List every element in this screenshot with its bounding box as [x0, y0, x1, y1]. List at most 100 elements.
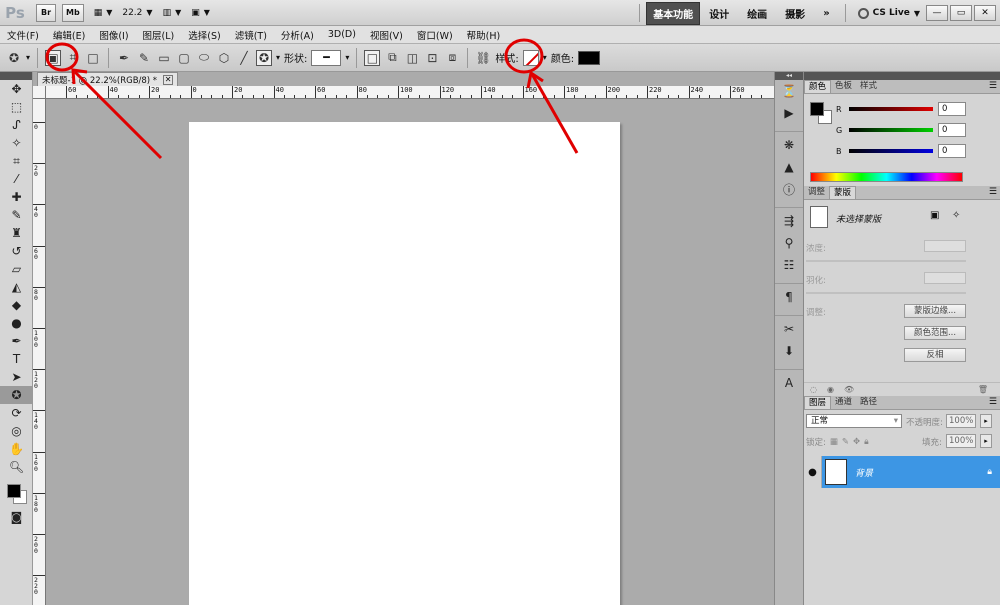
dodge-tool-icon[interactable]: ●: [0, 314, 33, 332]
brush-tool-icon[interactable]: ✎: [0, 206, 33, 224]
hand-tool-icon[interactable]: ✋: [0, 440, 33, 458]
chevron-down-icon[interactable]: ▾: [26, 53, 30, 62]
panel-menu-icon[interactable]: ☰: [989, 397, 997, 407]
tab-layers[interactable]: 图层: [804, 396, 832, 409]
tab-swatches[interactable]: 色板: [831, 80, 856, 93]
brush-presets-icon[interactable]: ⇶: [775, 210, 803, 232]
tool-preset-picker[interactable]: ✪: [6, 50, 22, 66]
menu-file[interactable]: 文件(F): [0, 28, 46, 42]
paragraph-panel-icon[interactable]: ¶: [775, 286, 803, 308]
foreground-color[interactable]: [7, 484, 21, 498]
lock-image-icon[interactable]: ✎: [842, 437, 849, 447]
info-panel-icon[interactable]: ⓘ: [775, 178, 803, 200]
panel-dock-header[interactable]: [804, 72, 1000, 80]
quick-mask-icon[interactable]: ◙: [0, 508, 33, 526]
rectangle-tool-icon[interactable]: ▭: [156, 50, 172, 66]
document-canvas[interactable]: [189, 122, 620, 605]
feather-slider[interactable]: [806, 292, 966, 294]
green-input[interactable]: 0: [938, 123, 966, 137]
panel-foreground-color[interactable]: [810, 102, 824, 116]
workspace-essentials[interactable]: 基本功能: [646, 1, 701, 25]
style-picker[interactable]: [522, 49, 539, 66]
green-slider[interactable]: [849, 128, 933, 132]
blue-input[interactable]: 0: [938, 144, 966, 158]
workspace-painting[interactable]: 绘画: [738, 3, 776, 24]
menu-layer[interactable]: 图层(L): [136, 28, 182, 42]
history-panel-icon[interactable]: ⏳: [775, 80, 803, 102]
menu-image[interactable]: 图像(I): [92, 28, 135, 42]
blue-slider[interactable]: [849, 149, 933, 153]
exclude-shape-icon[interactable]: ⧈: [444, 50, 460, 66]
zoom-tool-icon[interactable]: 🔍︎: [0, 458, 33, 476]
new-shape-layer-icon[interactable]: □: [364, 49, 381, 66]
type-tool-icon[interactable]: T: [0, 350, 33, 368]
rounded-rectangle-icon[interactable]: ▢: [176, 50, 192, 66]
link-icon[interactable]: ⛓: [475, 50, 491, 66]
healing-brush-icon[interactable]: ✚: [0, 188, 33, 206]
density-slider[interactable]: [806, 260, 966, 262]
subtract-shape-icon[interactable]: ◫: [404, 50, 420, 66]
menu-select[interactable]: 选择(S): [181, 28, 227, 42]
path-select-icon[interactable]: ➤: [0, 368, 33, 386]
opacity-slider-toggle[interactable]: ▸: [980, 414, 992, 428]
blur-tool-icon[interactable]: ◆: [0, 296, 33, 314]
tab-styles[interactable]: 样式: [856, 80, 881, 93]
ellipse-tool-icon[interactable]: ⬭: [196, 50, 212, 66]
pen-tool-icon[interactable]: ✒: [116, 50, 132, 66]
3d-panel-icon[interactable]: ✂: [775, 318, 803, 340]
quick-select-tool-icon[interactable]: ✧: [0, 134, 33, 152]
pen-tool-icon[interactable]: ✒: [0, 332, 33, 350]
load-selection-icon[interactable]: ◌: [810, 385, 817, 394]
visibility-eye-icon[interactable]: ●: [804, 456, 822, 488]
mini-bridge-button[interactable]: Mb: [62, 3, 84, 22]
cs-live-button[interactable]: CS Live ▼: [852, 7, 926, 19]
red-slider[interactable]: [849, 107, 933, 111]
shape-color-swatch[interactable]: [578, 50, 601, 65]
custom-shape-tool-icon[interactable]: ✪: [0, 386, 33, 404]
menu-filter[interactable]: 滤镜(T): [228, 28, 274, 42]
actions-panel-icon[interactable]: ▶: [775, 102, 803, 124]
tab-channels[interactable]: 通道: [831, 396, 856, 409]
add-to-shape-icon[interactable]: ⧉: [384, 50, 400, 66]
chevron-down-icon[interactable]: ▾: [276, 53, 280, 62]
move-tool-icon[interactable]: ✥: [0, 80, 33, 98]
clone-stamp-icon[interactable]: ♜: [0, 224, 33, 242]
tab-adjustments[interactable]: 调整: [804, 186, 829, 199]
bridge-button[interactable]: Br: [36, 3, 56, 22]
blend-mode-select[interactable]: 正常 ▾: [806, 414, 902, 428]
clone-source-icon[interactable]: ⚲: [775, 232, 803, 254]
line-tool-icon[interactable]: ╱: [236, 50, 252, 66]
menu-view[interactable]: 视图(V): [363, 28, 410, 42]
density-input[interactable]: [924, 240, 966, 252]
tab-paths[interactable]: 路径: [856, 396, 881, 409]
tab-masks[interactable]: 蒙版: [829, 186, 857, 199]
3d-rotate-icon[interactable]: ⟳: [0, 404, 33, 422]
toolbox-header[interactable]: [0, 72, 32, 80]
polygon-tool-icon[interactable]: ⬡: [216, 50, 232, 66]
chevron-down-icon[interactable]: ▾: [543, 53, 547, 62]
arrange-documents-menu[interactable]: ▥ ▼: [163, 8, 182, 18]
crop-tool-icon[interactable]: ⌗: [0, 152, 33, 170]
character-panel-icon[interactable]: A: [775, 372, 803, 394]
fill-pixels-mode-icon[interactable]: □: [85, 50, 101, 66]
enable-mask-icon[interactable]: 👁︎: [844, 385, 854, 394]
lock-transparent-icon[interactable]: ▦: [830, 437, 838, 447]
restore-button[interactable]: ▭: [950, 5, 972, 21]
eyedropper-tool-icon[interactable]: ⁄: [0, 170, 33, 188]
navigator-panel-icon[interactable]: ❋: [775, 134, 803, 156]
menu-3d[interactable]: 3D(D): [321, 29, 363, 40]
delete-mask-icon[interactable]: 🗑︎: [978, 385, 988, 394]
paths-mode-icon[interactable]: ⌗: [65, 50, 81, 66]
shape-picker[interactable]: ━: [311, 49, 342, 66]
shape-layers-mode-icon[interactable]: ▣: [45, 49, 62, 66]
invert-button[interactable]: 反相: [904, 348, 966, 362]
red-input[interactable]: 0: [938, 102, 966, 116]
menu-help[interactable]: 帮助(H): [460, 28, 508, 42]
panel-menu-icon[interactable]: ☰: [989, 187, 997, 197]
fill-slider-toggle[interactable]: ▸: [980, 434, 992, 448]
lasso-tool-icon[interactable]: ᔑ: [0, 116, 33, 134]
horizontal-ruler[interactable]: 60 40 20 0 20 40 60 80 100 120 140 160 180 200 220 240 2…: [46, 86, 774, 99]
3d-orbit-icon[interactable]: ◎: [0, 422, 33, 440]
color-spectrum[interactable]: [810, 172, 963, 182]
pixel-mask-icon[interactable]: ▣: [930, 210, 939, 221]
